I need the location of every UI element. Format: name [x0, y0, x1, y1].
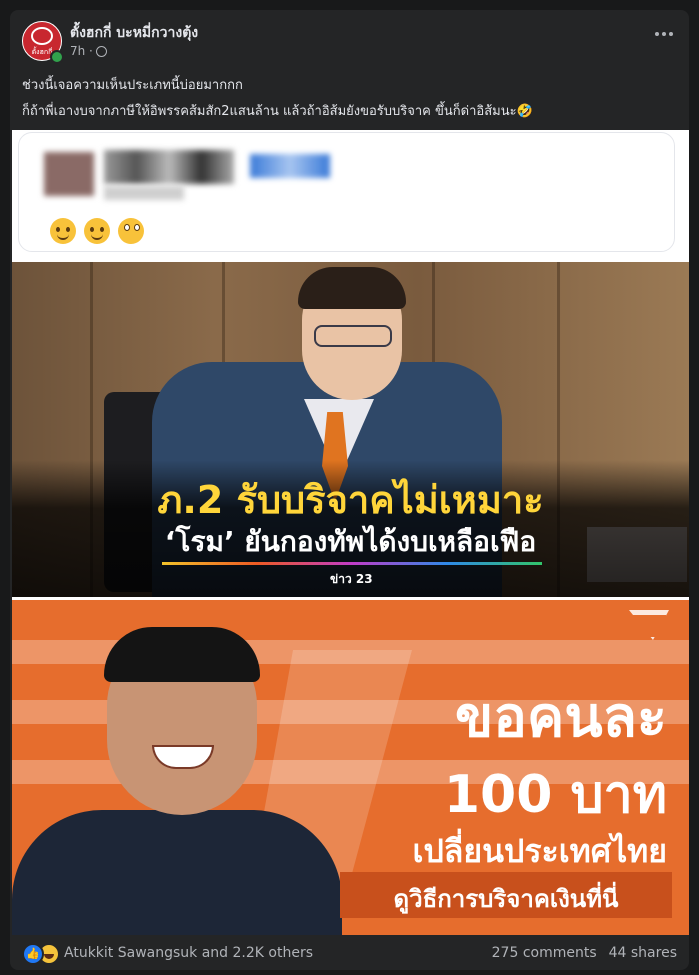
shares-count[interactable]: 44 shares: [609, 945, 677, 961]
news2-line-1: ขอคนละ: [454, 685, 667, 750]
news-frame-1: ภ.2 รับบริจาคไม่เหมาะ ‘โรม’ ยันกองทัพได้…: [12, 262, 689, 597]
post-stats: 275 comments 44 shares: [492, 945, 677, 961]
eye-roll-emoji-icon: [118, 218, 144, 244]
comments-count[interactable]: 275 comments: [492, 945, 597, 961]
online-status-dot: [50, 50, 64, 64]
more-options-icon[interactable]: [655, 32, 673, 36]
rainbow-stripe: [162, 562, 542, 565]
news-channel-logo: ข่าว 23: [330, 572, 373, 586]
news1-subline: ‘โรม’ ยันกองทัพได้งบเหลือเฟือ: [164, 525, 537, 558]
logo-mark: [31, 27, 53, 45]
like-reaction-icon[interactable]: 👍: [22, 943, 44, 965]
post-meta: 7h ·: [70, 44, 107, 58]
donation-cta-text: ดูวิธีการบริจาคเงินที่นี่: [393, 885, 619, 913]
page-name[interactable]: ตั้งฮกกี่ บะหมี่กวางตุ้ง: [70, 22, 198, 44]
blurred-name: [104, 150, 234, 184]
post-header: ตั้งฮกกี่ ตั้งฮกกี่ บะหมี่กวางตุ้ง 7h ·: [10, 10, 689, 72]
news-frame-2: ขอคนละ 100 บาท เปลี่ยนประเทศไทย ดูวิธีกา…: [12, 600, 689, 935]
post-time[interactable]: 7h ·: [70, 44, 93, 58]
face-emoji-icon: [50, 218, 76, 244]
man-figure: [12, 810, 342, 935]
post-text-line-1: ช่วงนี้เจอความเห็นประเภทนี้บ่อยมากกก: [22, 78, 243, 93]
post-card: ตั้งฮกกี่ ตั้งฮกกี่ บะหมี่กวางตุ้ง 7h · …: [10, 10, 689, 970]
news2-line-3: เปลี่ยนประเทศไทย: [412, 832, 667, 870]
news2-line-2: 100 บาท: [443, 765, 667, 825]
party-logo-icon: [629, 610, 669, 640]
post-footer: 👍 Atukkit Sawangsuk and 2.2K others 275 …: [10, 935, 689, 970]
blurred-subtext: [104, 186, 184, 200]
post-image[interactable]: ภ.2 รับบริจาคไม่เหมาะ ‘โรม’ ยันกองทัพได้…: [12, 130, 689, 935]
blurred-comment-screenshot: [12, 130, 689, 262]
globe-icon: [95, 45, 107, 57]
blurred-avatar: [44, 152, 94, 196]
blurred-tag: [250, 154, 330, 178]
smile-emoji-icon: [84, 218, 110, 244]
post-text-line-2: ก็ถ้าพี่เอางบจากภาษีให้อิพรรคส้มสัก2แสนล…: [22, 104, 533, 119]
glasses: [314, 325, 392, 347]
reactions-summary[interactable]: Atukkit Sawangsuk and 2.2K others: [64, 945, 313, 961]
